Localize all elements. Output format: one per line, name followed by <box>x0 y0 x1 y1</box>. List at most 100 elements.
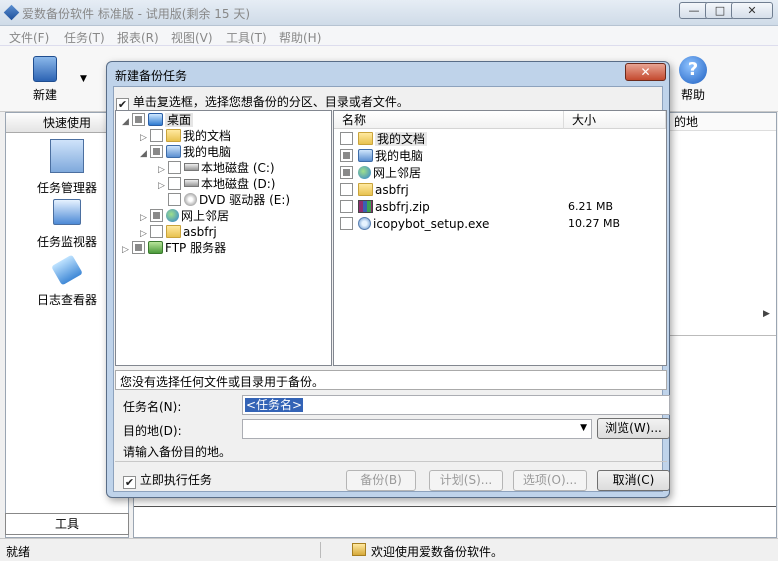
tree-node[interactable]: ▷ FTP 服务器 <box>122 240 226 256</box>
close-button[interactable]: ✕ <box>731 2 773 19</box>
info-icon <box>352 543 366 556</box>
tree-node[interactable]: ▷ 我的文档 <box>140 128 231 144</box>
backup-button[interactable]: 备份(B) <box>346 470 416 491</box>
options-button[interactable]: 选项(O)... <box>513 470 587 491</box>
task-name-input[interactable]: <任务名> <box>242 395 670 415</box>
file-row[interactable]: asbfrj.zip 6.21 MB <box>340 199 664 215</box>
menu-help[interactable]: 帮助(H) <box>279 29 321 46</box>
file-checkbox[interactable] <box>340 200 353 213</box>
run-now-checkbox[interactable] <box>123 476 136 489</box>
window-title: 爱数备份软件 标准版 - 试用版(剩余 15 天) <box>22 7 251 21</box>
file-name: icopybot_setup.exe <box>373 217 490 231</box>
destination-column-header: 的地 <box>670 113 776 131</box>
status-message: 欢迎使用爱数备份软件。 <box>371 545 504 559</box>
file-checkbox[interactable] <box>340 217 353 230</box>
file-list[interactable]: 名称 大小 我的文档我的电脑网上邻居 asbfrj asbfrj.zip 6.21 M… <box>333 110 667 366</box>
tree-node-checkbox[interactable] <box>150 145 163 158</box>
tree-node[interactable]: ▷ 网上邻居 <box>140 208 229 224</box>
tree-node-label: 本地磁盘 (D:) <box>201 177 276 191</box>
menu-view[interactable]: 视图(V) <box>171 29 213 46</box>
dvd-icon <box>184 193 197 206</box>
schedule-button[interactable]: 计划(S)... <box>429 470 503 491</box>
menu-tools[interactable]: 工具(T) <box>226 29 267 46</box>
file-checkbox[interactable] <box>340 183 353 196</box>
menu-file[interactable]: 文件(F) <box>9 29 49 46</box>
file-name: 网上邻居 <box>373 166 422 180</box>
app-logo-icon <box>3 4 20 21</box>
scroll-right-icon[interactable]: ▶ <box>763 309 777 327</box>
new-backup-task-dialog: 新建备份任务 ✕ 单击复选框，选择您想备份的分区、目录或者文件。 ◢桌面▷我的文… <box>106 61 670 498</box>
dialog-body: 单击复选框，选择您想备份的分区、目录或者文件。 ◢桌面▷我的文档◢我的电脑▷本地… <box>113 86 670 492</box>
tree-node-label: 本地磁盘 (C:) <box>201 161 275 175</box>
menu-task[interactable]: 任务(T) <box>64 29 105 46</box>
run-now-option[interactable]: 立即执行任务 <box>123 471 212 489</box>
file-row[interactable]: 我的文档 <box>340 131 664 147</box>
folder-tree[interactable]: ◢ 桌面 ▷ 我的文档 ◢ 我的电脑 ▷ 本地磁盘 (C:) ▷ 本地磁盘 (D:) DVD 驱动器… <box>115 110 332 366</box>
folder-icon <box>166 129 181 142</box>
expand-toggle-icon[interactable]: ◢ <box>122 114 132 130</box>
new-task-icon <box>33 56 57 82</box>
tree-node[interactable]: ▷ 本地磁盘 (C:) <box>158 160 275 176</box>
expand-toggle-icon[interactable]: ◢ <box>140 146 150 162</box>
tree-node-checkbox[interactable] <box>150 129 163 142</box>
file-row[interactable]: 我的电脑 <box>340 148 664 164</box>
separator <box>115 461 667 462</box>
tree-node-label: 我的文档 <box>183 129 232 143</box>
folder-icon <box>358 183 373 196</box>
tree-node[interactable]: ◢ 我的电脑 <box>140 144 231 160</box>
disk-icon <box>184 163 199 171</box>
file-name: asbfrj.zip <box>375 200 430 214</box>
file-checkbox[interactable] <box>340 132 353 145</box>
file-row[interactable]: asbfrj <box>340 182 664 198</box>
file-checkbox[interactable] <box>340 166 353 179</box>
file-name: 我的电脑 <box>375 149 424 163</box>
tree-node-checkbox[interactable] <box>132 241 145 254</box>
cancel-button[interactable]: 取消(C) <box>597 470 670 491</box>
status-divider <box>320 542 321 558</box>
destination-combo[interactable]: ▼ <box>242 419 592 439</box>
tree-node[interactable]: ◢ 桌面 <box>122 112 194 130</box>
column-header-size[interactable]: 大小 <box>564 111 666 129</box>
network-icon <box>358 166 371 179</box>
file-size: 10.27 MB <box>568 217 621 230</box>
folder-icon <box>166 225 181 238</box>
help-button[interactable]: ? 帮助 <box>672 56 714 103</box>
tree-node-checkbox[interactable] <box>168 193 181 206</box>
tree-node[interactable]: ▷ asbfrj <box>140 224 217 240</box>
title-bar: 爱数备份软件 标准版 - 试用版(剩余 15 天) — □ ✕ <box>0 0 778 26</box>
destination-hint: 请输入备份目的地。 <box>123 445 232 459</box>
column-header-name[interactable]: 名称 <box>334 111 564 129</box>
status-bar: 就绪 欢迎使用爱数备份软件。 <box>0 538 778 561</box>
destination-label: 目的地(D): <box>123 424 182 438</box>
dialog-close-button[interactable]: ✕ <box>625 63 666 81</box>
tree-node[interactable]: DVD 驱动器 (E:) <box>158 192 290 208</box>
file-row[interactable]: icopybot_setup.exe 10.27 MB <box>340 216 664 232</box>
tools-tab[interactable]: 工具 <box>5 513 129 535</box>
file-row[interactable]: 网上邻居 <box>340 165 664 181</box>
tree-node-checkbox[interactable] <box>150 209 163 222</box>
tree-node-label: 桌面 <box>165 113 194 127</box>
computer-icon <box>358 149 373 162</box>
tree-node[interactable]: ▷ 本地磁盘 (D:) <box>158 176 275 192</box>
status-text: 就绪 <box>6 545 31 559</box>
tree-node-checkbox[interactable] <box>150 225 163 238</box>
file-name: asbfrj <box>375 183 409 197</box>
file-name: 我的文档 <box>375 132 428 146</box>
task-monitor-icon <box>53 199 81 225</box>
new-button[interactable]: 新建 <box>22 56 68 103</box>
dialog-title: 新建备份任务 <box>115 69 188 83</box>
help-icon: ? <box>679 56 707 84</box>
file-size: 6.21 MB <box>568 200 614 213</box>
tree-node-checkbox[interactable] <box>168 177 181 190</box>
menu-report[interactable]: 报表(R) <box>117 29 159 46</box>
new-dropdown-arrow-icon[interactable]: ▼ <box>80 74 87 84</box>
expand-toggle-icon[interactable]: ▷ <box>122 242 132 258</box>
browse-button[interactable]: 浏览(W)... <box>597 418 670 439</box>
tree-node-checkbox[interactable] <box>168 161 181 174</box>
instruction-row: 单击复选框，选择您想备份的分区、目录或者文件。 <box>116 93 409 111</box>
tree-node-label: FTP 服务器 <box>165 241 227 255</box>
dropdown-arrow-icon[interactable]: ▼ <box>580 423 587 433</box>
tree-node-checkbox[interactable] <box>132 113 145 126</box>
task-name-label: 任务名(N): <box>123 400 182 414</box>
file-checkbox[interactable] <box>340 149 353 162</box>
